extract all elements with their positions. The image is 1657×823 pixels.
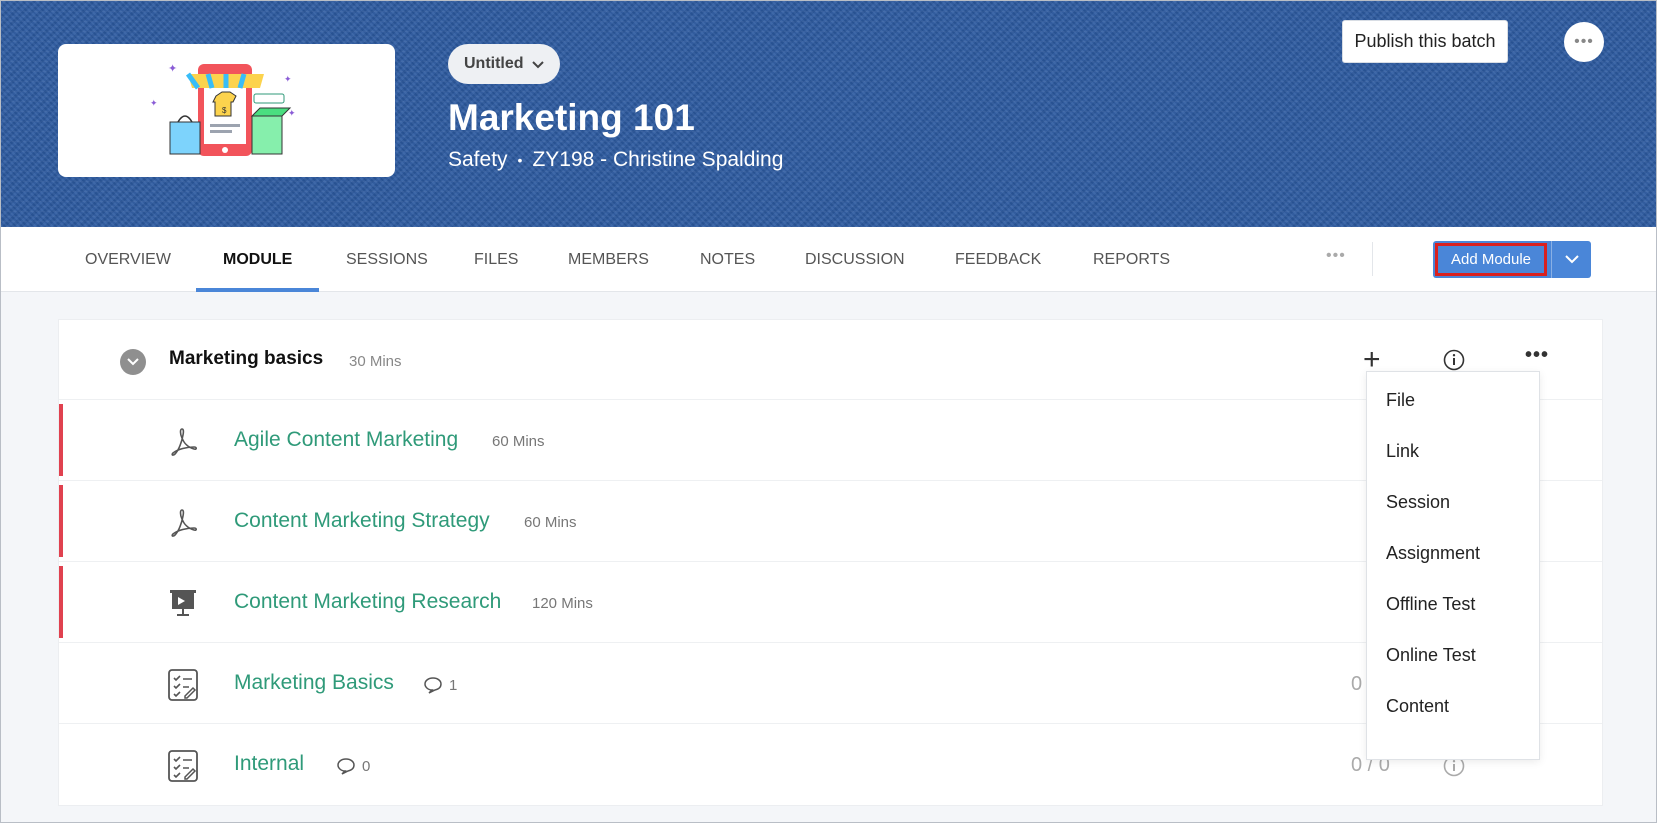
pdf-icon — [167, 506, 199, 538]
row-marker — [59, 566, 63, 638]
item-title[interactable]: Content Marketing Research — [234, 590, 501, 614]
tab-reports[interactable]: REPORTS — [1093, 227, 1170, 292]
tab-discussion[interactable]: DISCUSSION — [805, 227, 905, 292]
tab-files[interactable]: FILES — [474, 227, 518, 292]
row-marker — [59, 404, 63, 476]
app-frame: ✦ ✦ ✦ ✦ $ Untitled Marketing 101 Safety … — [0, 0, 1657, 823]
assignment-icon — [167, 668, 199, 701]
item-duration: 120 Mins — [532, 595, 593, 612]
divider — [1372, 242, 1373, 276]
course-banner: ✦ ✦ ✦ ✦ $ Untitled Marketing 101 Safety … — [1, 1, 1656, 227]
comment-icon — [424, 677, 442, 694]
item-duration: 60 Mins — [524, 514, 577, 531]
add-item-icon[interactable]: + — [1363, 345, 1381, 375]
comment-count[interactable]: 1 — [423, 676, 457, 694]
comment-count[interactable]: 0 — [336, 757, 370, 775]
menu-item-offline-test[interactable]: Offline Test — [1386, 594, 1475, 615]
tab-feedback[interactable]: FEEDBACK — [955, 227, 1041, 292]
item-score: 0 — [1351, 673, 1363, 695]
module-duration: 30 Mins — [349, 353, 402, 370]
presentation-icon — [167, 587, 199, 619]
item-title[interactable]: Content Marketing Strategy — [234, 509, 490, 533]
menu-item-assignment[interactable]: Assignment — [1386, 543, 1480, 564]
chevron-down-icon — [531, 56, 544, 72]
comment-count-value: 0 — [362, 757, 371, 775]
status-pill[interactable]: Untitled — [448, 44, 560, 84]
item-title[interactable]: Internal — [234, 752, 304, 776]
more-tabs-icon[interactable]: ••• — [1326, 247, 1346, 265]
menu-item-file[interactable]: File — [1386, 390, 1415, 411]
svg-text:✦: ✦ — [168, 63, 177, 75]
tab-module[interactable]: MODULE — [195, 227, 320, 292]
course-title: Marketing 101 — [448, 97, 695, 138]
row-marker — [59, 485, 63, 557]
svg-text:$: $ — [222, 106, 227, 115]
course-subtitle: Safety • ZY198 - Christine Spalding — [448, 148, 783, 172]
separator-dot: • — [517, 152, 523, 168]
menu-item-link[interactable]: Link — [1386, 441, 1419, 462]
svg-text:✦: ✦ — [284, 74, 292, 84]
divider — [1551, 241, 1552, 278]
status-pill-label: Untitled — [464, 55, 524, 72]
course-thumbnail: ✦ ✦ ✦ ✦ $ — [58, 44, 395, 177]
tab-bar: OVERVIEW MODULE SESSIONS FILES MEMBERS N… — [1, 227, 1656, 292]
comment-icon — [337, 758, 355, 775]
batch-name: ZY198 - Christine Spalding — [532, 148, 784, 171]
item-duration: 60 Mins — [492, 433, 545, 450]
item-title[interactable]: Marketing Basics — [234, 671, 394, 695]
course-category: Safety — [448, 148, 508, 171]
pdf-icon — [167, 425, 199, 457]
comment-count-value: 1 — [449, 676, 458, 694]
item-title[interactable]: Agile Content Marketing — [234, 428, 458, 452]
publish-batch-button[interactable]: Publish this batch — [1342, 20, 1508, 63]
more-horizontal-icon[interactable]: ••• — [1564, 22, 1604, 62]
collapse-toggle-icon[interactable] — [120, 349, 146, 375]
menu-item-content[interactable]: Content — [1386, 696, 1449, 717]
add-module-split-button: Add Module — [1433, 241, 1591, 278]
chevron-down-icon[interactable] — [1553, 241, 1591, 278]
add-module-button[interactable]: Add Module — [1435, 243, 1547, 276]
tab-overview[interactable]: OVERVIEW — [85, 227, 171, 292]
tab-notes[interactable]: NOTES — [700, 227, 755, 292]
shop-illustration: ✦ ✦ ✦ ✦ $ — [150, 63, 296, 156]
module-title: Marketing basics — [169, 348, 324, 369]
more-horizontal-icon[interactable]: ••• — [1525, 344, 1549, 367]
svg-text:✦: ✦ — [150, 98, 158, 108]
tab-members[interactable]: MEMBERS — [568, 227, 649, 292]
tab-sessions[interactable]: SESSIONS — [346, 227, 428, 292]
menu-item-online-test[interactable]: Online Test — [1386, 645, 1476, 666]
add-item-menu: File Link Session Assignment Offline Tes… — [1366, 371, 1540, 760]
menu-item-session[interactable]: Session — [1386, 492, 1450, 513]
assignment-icon — [167, 749, 199, 782]
